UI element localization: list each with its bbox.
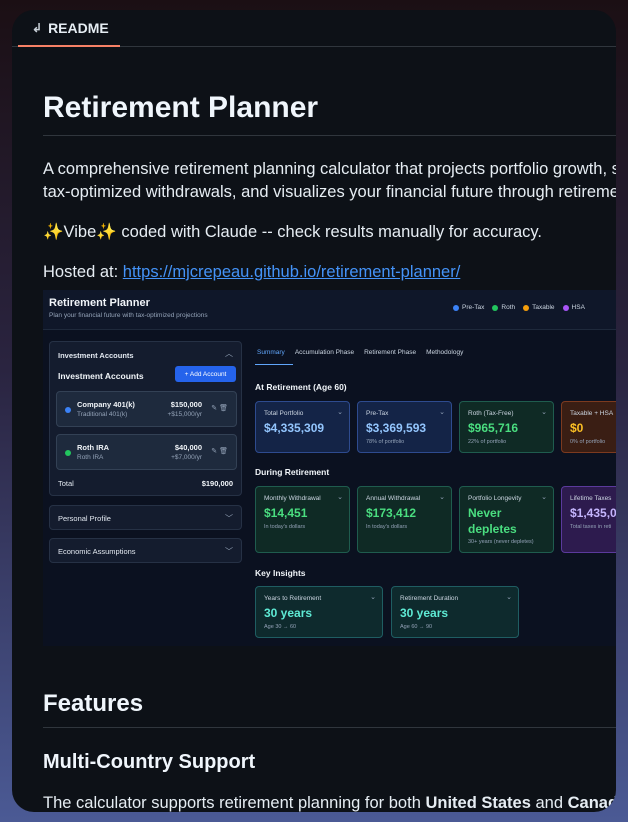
monthly-withdrawal-card[interactable]: Monthly Withdrawal ⌄ $14,451 In today's …	[255, 486, 350, 553]
legend: Pre-Tax Roth Taxable HSA	[453, 304, 585, 311]
hosted-link[interactable]: https://mjcrepeau.github.io/retirement-p…	[123, 263, 461, 281]
taxable-hsa-card[interactable]: Taxable + HSA $0 0% of portfolio	[561, 401, 616, 453]
multi-country-text: The calculator supports retirement plann…	[43, 794, 616, 812]
account-type: Roth IRA	[77, 454, 104, 461]
account-contribution: +$7,000/yr	[171, 454, 202, 461]
during-retirement-heading: During Retirement	[255, 467, 330, 477]
account-color-dot	[65, 407, 71, 413]
investment-accounts-panel: Investment Accounts ︿ Investment Account…	[49, 341, 242, 496]
lifetime-taxes-card[interactable]: Lifetime Taxes $1,435,0 Total taxes in r…	[561, 486, 616, 553]
features-heading: Features	[43, 690, 616, 728]
personal-profile-label: Personal Profile	[58, 514, 111, 523]
account-color-dot	[65, 450, 71, 456]
at-retirement-heading: At Retirement (Age 60)	[255, 382, 347, 392]
account-amount: $40,000	[174, 443, 202, 452]
legend-item: Roth	[492, 304, 515, 311]
section-title: Investment Accounts	[58, 351, 134, 360]
annual-withdrawal-card[interactable]: Annual Withdrawal ⌄ $173,412 In today's …	[357, 486, 452, 553]
intro-line-1: A comprehensive retirement planning calc…	[43, 160, 616, 178]
accounts-list-title: Investment Accounts	[58, 371, 144, 381]
vibe-note: ✨Vibe✨ coded with Claude -- check result…	[43, 223, 543, 241]
portfolio-longevity-card[interactable]: Portfolio Longevity ⌄ Never depletes 30+…	[459, 486, 554, 553]
chevron-down-icon: ⌄	[541, 409, 547, 416]
account-card[interactable]: Company 401(k) Traditional 401(k) $150,0…	[56, 391, 237, 427]
readme-tab-label: README	[48, 19, 109, 36]
legend-item: HSA	[562, 304, 585, 311]
app-screenshot: Retirement Planner Plan your financial f…	[43, 290, 616, 646]
legend-item: Pre-Tax	[453, 304, 484, 311]
list-icon: ↲	[32, 20, 43, 35]
account-amount: $150,000	[170, 400, 202, 409]
readme-tab[interactable]: ↲ README	[18, 10, 120, 47]
economic-assumptions-section[interactable]: Economic Assumptions ﹀	[49, 538, 242, 563]
key-insights-heading: Key Insights	[255, 568, 306, 578]
pre-tax-card[interactable]: Pre-Tax ⌄ $3,369,593 78% of portfolio	[357, 401, 452, 453]
chevron-down-icon: ⌄	[439, 494, 445, 501]
account-contribution: +$15,000/yr	[167, 411, 202, 418]
intro-line-2: tax-optimized withdrawals, and visualize…	[43, 183, 616, 201]
app-header: Retirement Planner Plan your financial f…	[43, 290, 616, 330]
account-name: Company 401(k)	[77, 400, 135, 409]
account-type: Traditional 401(k)	[77, 411, 128, 418]
multi-country-heading: Multi-Country Support	[43, 751, 256, 773]
add-account-button[interactable]: + Add Account	[175, 366, 236, 382]
chevron-down-icon: ⌄	[337, 409, 343, 416]
chevron-down-icon: ⌄	[541, 494, 547, 501]
account-card[interactable]: Roth IRA Roth IRA $40,000 +$7,000/yr ✎ 🗑	[56, 434, 237, 470]
hosted-line: Hosted at: https://mjcrepeau.github.io/r…	[43, 260, 460, 284]
total-portfolio-card[interactable]: Total Portfolio ⌄ $4,335,309	[255, 401, 350, 453]
file-tab-bar: ↲ README	[12, 10, 616, 47]
app-title: Retirement Planner	[49, 297, 150, 309]
years-to-retirement-card[interactable]: Years to Retirement ⌄ 30 years Age 30 → …	[255, 586, 383, 638]
readme-panel: ↲ README Retirement Planner A comprehens…	[12, 10, 616, 812]
edit-delete-icons[interactable]: ✎ 🗑	[211, 447, 228, 455]
page-title: Retirement Planner	[43, 91, 616, 136]
retirement-duration-card[interactable]: Retirement Duration ⌄ 30 years Age 60 → …	[391, 586, 519, 638]
tab-accumulation[interactable]: Accumulation Phase	[293, 349, 362, 365]
chevron-up-icon[interactable]: ︿	[225, 348, 233, 359]
hosted-prefix: Hosted at:	[43, 263, 123, 281]
chevron-down-icon: ⌄	[506, 594, 512, 601]
roth-card[interactable]: Roth (Tax-Free) ⌄ $965,716 22% of portfo…	[459, 401, 554, 453]
total-value: $190,000	[201, 479, 233, 488]
app-subtitle: Plan your financial future with tax-opti…	[49, 312, 208, 319]
chevron-down-icon: ⌄	[370, 594, 376, 601]
chevron-down-icon: ⌄	[439, 409, 445, 416]
chevron-down-icon: ﹀	[225, 514, 233, 523]
tab-methodology[interactable]: Methodology	[424, 349, 471, 365]
account-name: Roth IRA	[77, 443, 110, 452]
total-label: Total	[58, 479, 74, 488]
chevron-down-icon: ⌄	[337, 494, 343, 501]
app-tabs: Summary Accumulation Phase Retirement Ph…	[255, 349, 471, 365]
tab-retirement[interactable]: Retirement Phase	[362, 349, 424, 365]
economic-assumptions-label: Economic Assumptions	[58, 547, 136, 556]
legend-item: Taxable	[523, 304, 555, 311]
chevron-down-icon: ﹀	[225, 547, 233, 556]
edit-delete-icons[interactable]: ✎ 🗑	[211, 404, 228, 412]
tab-summary[interactable]: Summary	[255, 349, 293, 365]
personal-profile-section[interactable]: Personal Profile ﹀	[49, 505, 242, 530]
